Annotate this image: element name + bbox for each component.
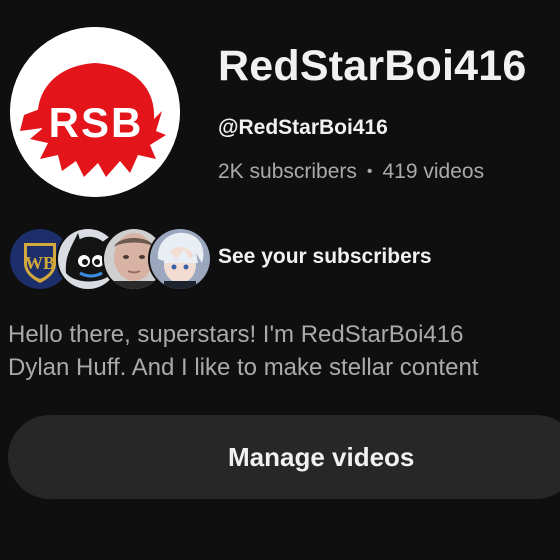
manage-videos-label: Manage videos	[228, 442, 415, 472]
channel-description[interactable]: Hello there, superstars! I'm RedStarBoi4…	[8, 318, 560, 384]
channel-handle: @RedStarBoi416	[218, 116, 388, 139]
description-line-1: Hello there, superstars! I'm RedStarBoi4…	[8, 321, 464, 348]
avatar-logo-text: RSB	[49, 99, 144, 146]
channel-stats: 2K subscribers • 419 videos	[218, 160, 484, 184]
subscribers-preview[interactable]: WB See your subscribers	[8, 227, 560, 291]
wb-logo-text: WB	[25, 253, 55, 273]
anime-avatar	[148, 227, 212, 291]
subscriber-count: 2K subscribers	[218, 160, 357, 183]
channel-page: RSB RedStarBoi416 @RedStarBoi416 2K subs…	[0, 0, 560, 560]
see-subscribers-label: See your subscribers	[218, 245, 432, 268]
manage-videos-button[interactable]: Manage videos	[8, 415, 560, 499]
stats-separator: •	[366, 163, 373, 180]
channel-avatar[interactable]: RSB	[10, 27, 180, 197]
video-count: 419 videos	[382, 160, 485, 183]
channel-name: RedStarBoi416	[218, 42, 527, 90]
description-line-2: Dylan Huff. And I like to make stellar c…	[8, 354, 479, 381]
